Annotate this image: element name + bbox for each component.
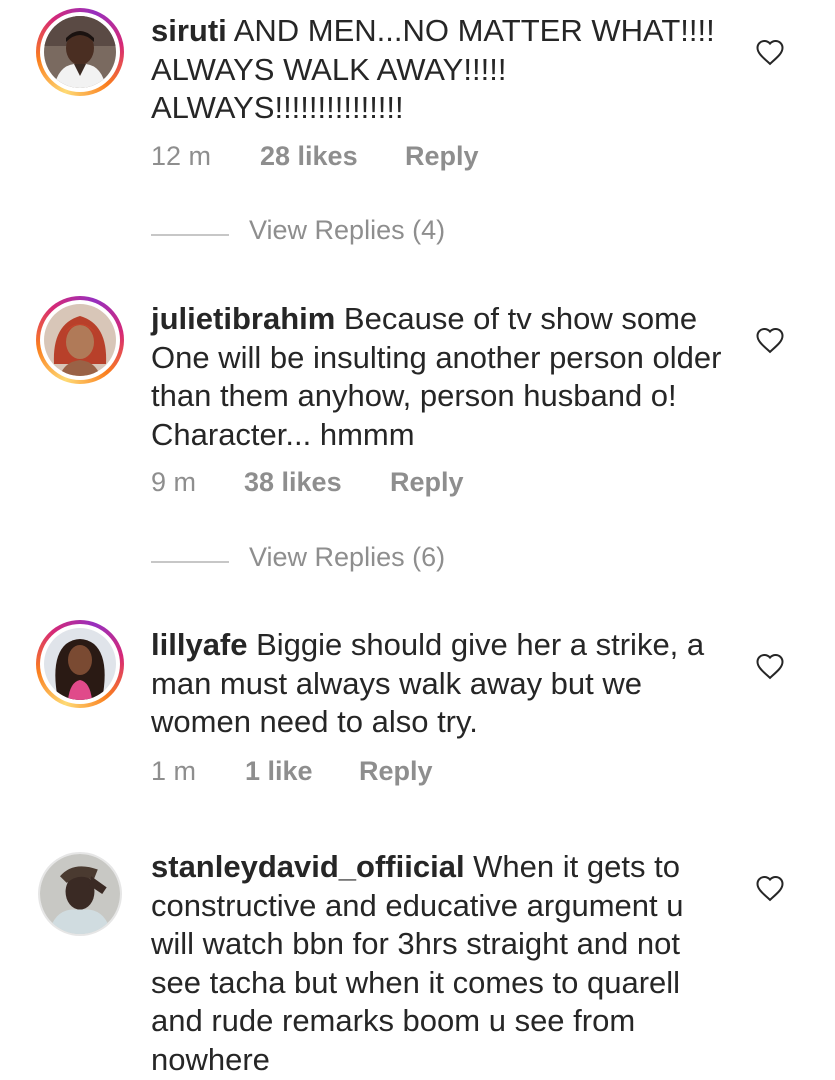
- heart-outline-icon[interactable]: [755, 326, 785, 354]
- heart-outline-icon[interactable]: [755, 652, 785, 680]
- avatar[interactable]: [36, 296, 124, 384]
- view-replies-label: View Replies (6): [249, 542, 446, 572]
- profile-photo-icon: [44, 16, 116, 88]
- likes-count[interactable]: 28 likes: [260, 141, 358, 172]
- comment-text: siruti AND MEN...NO MATTER WHAT!!!! ALWA…: [151, 13, 715, 125]
- username-link[interactable]: julietibrahim: [151, 301, 335, 336]
- heart-outline-icon[interactable]: [755, 38, 785, 66]
- likes-count[interactable]: 1 like: [245, 756, 313, 787]
- reply-button[interactable]: Reply: [405, 141, 479, 172]
- comment-text: stanleydavid_offiicial When it gets to c…: [151, 849, 684, 1077]
- heart-outline-icon[interactable]: [755, 874, 785, 902]
- divider: [151, 234, 229, 236]
- avatar[interactable]: [36, 620, 124, 708]
- username-link[interactable]: lillyafe: [151, 627, 248, 662]
- timestamp: 1 m: [151, 756, 197, 786]
- username-link[interactable]: siruti: [151, 13, 227, 48]
- profile-photo-icon: [44, 628, 116, 700]
- reply-button[interactable]: Reply: [390, 467, 464, 498]
- comment-text: lillyafe Biggie should give her a strike…: [151, 627, 705, 739]
- profile-photo-icon: [40, 854, 120, 934]
- timestamp: 12 m: [151, 141, 212, 171]
- comment-text: julietibrahim Because of tv show some On…: [151, 301, 722, 452]
- timestamp: 9 m: [151, 467, 197, 497]
- profile-photo-icon: [44, 304, 116, 376]
- divider: [151, 561, 229, 563]
- username-link[interactable]: stanleydavid_offiicial: [151, 849, 465, 884]
- avatar[interactable]: [38, 852, 122, 936]
- view-replies-label: View Replies (4): [249, 215, 446, 245]
- avatar[interactable]: [36, 8, 124, 96]
- likes-count[interactable]: 38 likes: [244, 467, 342, 498]
- reply-button[interactable]: Reply: [359, 756, 433, 787]
